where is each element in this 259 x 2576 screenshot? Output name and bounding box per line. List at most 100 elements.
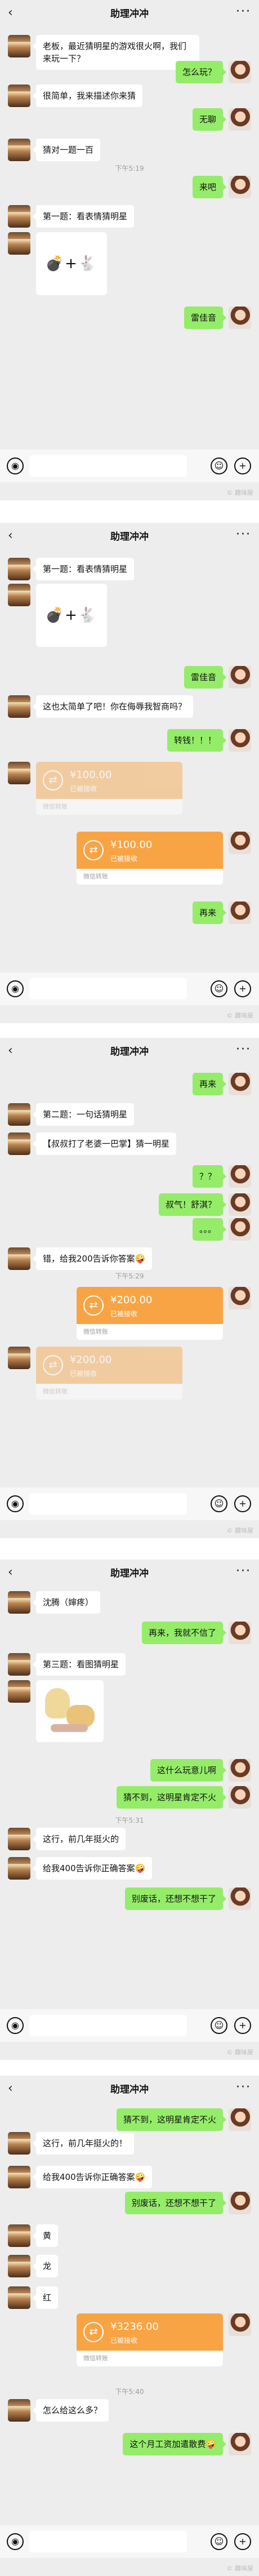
message-bubble[interactable]: 红: [32, 2286, 59, 2309]
transfer-card[interactable]: ⇄ ¥3236.00 已被接收 微信转账: [77, 2313, 223, 2366]
message-bubble[interactable]: 别废话，还想不想干了: [124, 1887, 227, 1910]
message-bubble[interactable]: 雷佳音: [184, 666, 227, 689]
plus-icon[interactable]: +: [234, 1495, 251, 1512]
boss-avatar[interactable]: [229, 1287, 251, 1309]
plus-icon[interactable]: +: [234, 980, 251, 997]
message-bubble[interactable]: 第一题：看表情猜明星: [32, 558, 135, 580]
message-bubble[interactable]: 别废话，还想不想干了: [124, 2192, 227, 2214]
message-bubble[interactable]: 叔气！舒淇？: [158, 1193, 227, 1216]
message-input[interactable]: [29, 2531, 187, 2552]
assistant-avatar[interactable]: [8, 558, 30, 580]
message-bubble[interactable]: 猜不到，这明星肯定不火: [116, 1786, 227, 1809]
boss-avatar[interactable]: [229, 1165, 251, 1188]
message-bubble[interactable]: 雷佳音: [184, 307, 227, 329]
boss-avatar[interactable]: [229, 1887, 251, 1910]
message-input[interactable]: [29, 1493, 187, 1514]
boss-avatar[interactable]: [229, 61, 251, 83]
message-bubble[interactable]: 很简单，我来描述你来猜: [32, 85, 143, 107]
message-bubble[interactable]: 第一题：看表情猜明星: [32, 205, 135, 228]
message-bubble[interactable]: 这行，前几年挺火的: [32, 1828, 126, 1850]
transfer-card[interactable]: ⇄ ¥200.00 已被接收 微信转账: [77, 1287, 223, 1340]
message-input[interactable]: [29, 978, 187, 1000]
assistant-avatar[interactable]: [8, 1132, 30, 1155]
assistant-avatar[interactable]: [8, 139, 30, 161]
plus-icon[interactable]: +: [234, 2017, 251, 2034]
boss-avatar[interactable]: [229, 666, 251, 689]
emoji-icon[interactable]: ☺: [211, 2017, 227, 2034]
assistant-avatar[interactable]: [8, 695, 30, 718]
assistant-avatar[interactable]: [8, 584, 30, 606]
message-bubble[interactable]: 再来: [192, 1073, 227, 1095]
assistant-avatar[interactable]: [8, 2286, 30, 2309]
message-bubble[interactable]: 这什么玩意儿啊: [150, 1759, 227, 1782]
message-bubble[interactable]: 沈腾（婶疼）: [32, 1591, 101, 1614]
voice-icon[interactable]: ◉: [7, 2533, 24, 2550]
assistant-avatar[interactable]: [8, 1247, 30, 1270]
message-bubble[interactable]: 【叔叔打了老婆一巴掌】猜一明星: [32, 1132, 177, 1155]
message-bubble[interactable]: 。。。: [192, 1218, 227, 1241]
message-bubble[interactable]: 再来，我就不信了: [141, 1622, 227, 1644]
message-bubble[interactable]: 老板，最近猜明星的游戏很火啊，我们来玩一下？: [33, 35, 199, 70]
boss-avatar[interactable]: [229, 2108, 251, 2131]
sticker-image[interactable]: [36, 1680, 104, 1742]
message-bubble[interactable]: 转钱！！！: [167, 729, 227, 752]
message-bubble[interactable]: 猜对一题一百: [32, 139, 101, 161]
assistant-avatar[interactable]: [8, 232, 30, 255]
boss-avatar[interactable]: [229, 2313, 251, 2336]
assistant-avatar[interactable]: [8, 762, 30, 784]
message-bubble[interactable]: 无聊: [192, 108, 227, 131]
assistant-avatar[interactable]: [8, 1857, 30, 1880]
boss-avatar[interactable]: [229, 2433, 251, 2455]
boss-avatar[interactable]: [229, 1218, 251, 1241]
message-bubble[interactable]: ？？: [192, 1165, 227, 1188]
assistant-avatar[interactable]: [8, 2255, 30, 2277]
assistant-avatar[interactable]: [8, 2224, 30, 2247]
plus-icon[interactable]: +: [234, 2533, 251, 2550]
voice-icon[interactable]: ◉: [7, 980, 24, 997]
message-bubble[interactable]: 第三题：看图猜明星: [32, 1653, 126, 1676]
transfer-card[interactable]: ⇄ ¥200.00 已被接收 微信转账: [36, 1347, 182, 1400]
message-bubble[interactable]: 错，给我200告诉你答案🤪: [32, 1247, 153, 1270]
emoji-icon[interactable]: ☺: [211, 458, 227, 474]
transfer-card[interactable]: ⇄ ¥100.00 已被接收 微信转账: [36, 762, 182, 815]
emoji-icon[interactable]: ☺: [211, 980, 227, 997]
transfer-card[interactable]: ⇄ ¥100.00 已被接收 微信转账: [77, 832, 223, 885]
boss-avatar[interactable]: [229, 1786, 251, 1809]
emoji-icon[interactable]: ☺: [211, 2533, 227, 2550]
message-bubble[interactable]: 龙: [32, 2255, 59, 2277]
boss-avatar[interactable]: [229, 2192, 251, 2214]
more-dots-icon[interactable]: ···: [236, 1564, 251, 1578]
message-bubble[interactable]: 怎么给这么多？: [32, 2399, 109, 2422]
more-dots-icon[interactable]: ···: [236, 1042, 251, 1056]
boss-avatar[interactable]: [229, 1622, 251, 1644]
boss-avatar[interactable]: [229, 832, 251, 854]
voice-icon[interactable]: ◉: [7, 458, 24, 474]
more-dots-icon[interactable]: ···: [236, 5, 251, 19]
assistant-avatar[interactable]: [8, 2132, 30, 2155]
voice-icon[interactable]: ◉: [7, 1495, 24, 1512]
message-bubble[interactable]: 猜不到，这明星肯定不火: [116, 2108, 227, 2131]
assistant-avatar[interactable]: [8, 1653, 30, 1676]
message-bubble[interactable]: 这个月工资加遣散费🤪: [123, 2433, 226, 2455]
boss-avatar[interactable]: [229, 1759, 251, 1782]
boss-avatar[interactable]: [229, 1193, 251, 1216]
message-bubble[interactable]: 这行，前几年挺火的！: [32, 2132, 135, 2155]
assistant-avatar[interactable]: [8, 1347, 30, 1369]
more-dots-icon[interactable]: ···: [236, 527, 251, 541]
boss-avatar[interactable]: [229, 108, 251, 131]
more-dots-icon[interactable]: ···: [236, 2080, 251, 2094]
message-bubble[interactable]: 第二题：一句话猜明星: [32, 1103, 135, 1126]
message-bubble[interactable]: 黄: [32, 2224, 59, 2247]
message-bubble[interactable]: 来吧: [192, 176, 227, 198]
message-bubble[interactable]: 给我400告诉你正确答案🤪: [32, 2166, 153, 2188]
assistant-avatar[interactable]: [8, 35, 30, 57]
boss-avatar[interactable]: [229, 729, 251, 752]
assistant-avatar[interactable]: [8, 1680, 30, 1703]
assistant-avatar[interactable]: [8, 1828, 30, 1850]
boss-avatar[interactable]: [229, 901, 251, 924]
message-input[interactable]: [29, 2015, 187, 2036]
message-bubble[interactable]: 给我400告诉你正确答案🤪: [32, 1857, 153, 1880]
boss-avatar[interactable]: [229, 307, 251, 329]
assistant-avatar[interactable]: [8, 1103, 30, 1126]
message-input[interactable]: [29, 455, 187, 477]
